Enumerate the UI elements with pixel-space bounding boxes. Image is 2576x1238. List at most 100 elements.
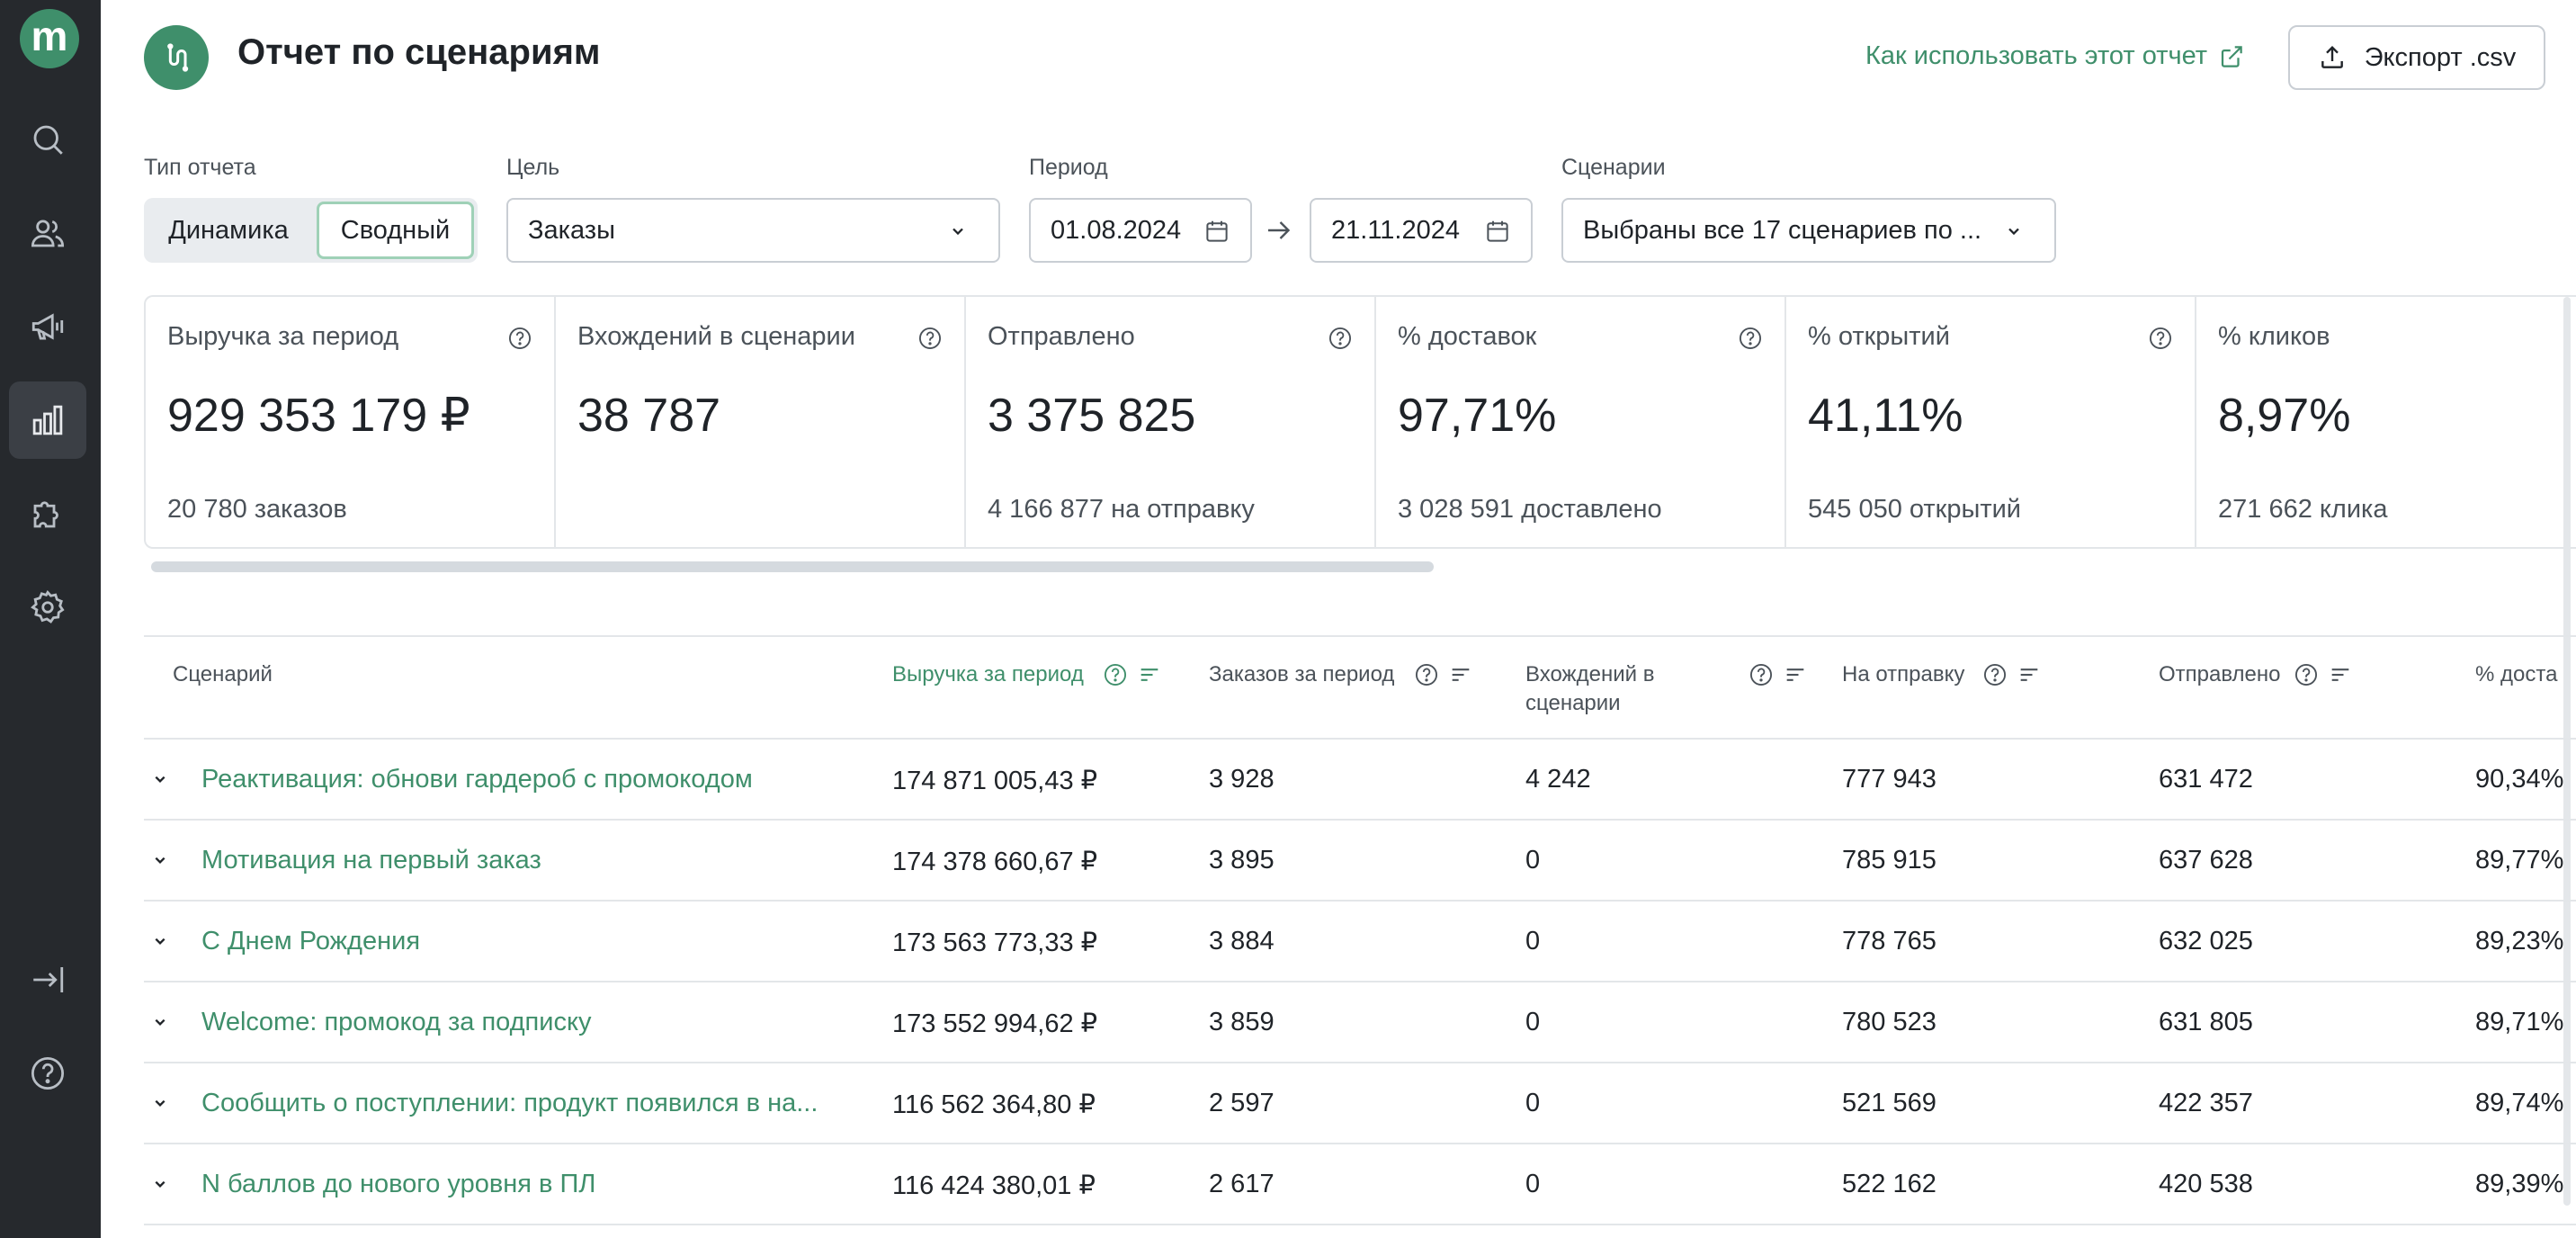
date-to-input[interactable]: 21.11.2024 [1310, 198, 1533, 263]
sidebar-item-campaigns[interactable] [9, 288, 86, 365]
puzzle-icon [33, 501, 58, 528]
cell-revenue: 173 552 994,62 ₽ [892, 1009, 1098, 1038]
column-tools [1982, 662, 2042, 687]
metric-title: % кликов [2218, 322, 2330, 351]
scenario-name-link[interactable]: Мотивация на первый заказ [201, 846, 541, 875]
column-tools [1414, 662, 1473, 687]
sidebar-item-analytics[interactable] [9, 381, 86, 459]
column-header-sent[interactable]: Отправлено [2159, 660, 2281, 689]
sort-icon[interactable] [1137, 662, 1162, 687]
report-type-dynamics[interactable]: Динамика [148, 202, 309, 259]
metric-value: 8,97% [2218, 390, 2351, 442]
goal-select[interactable]: Заказы [506, 198, 1000, 263]
sidebar-item-logout[interactable] [9, 941, 86, 1018]
scenario-name-link[interactable]: Сообщить о поступлении: продукт появился… [201, 1089, 818, 1118]
column-tools [2294, 662, 2353, 687]
help-link[interactable]: Как использовать этот отчет [1865, 41, 2245, 71]
metric-card: % доставок 97,71% 3 028 591 доставлено [1376, 297, 1786, 547]
sidebar-item-integrations[interactable] [9, 475, 86, 552]
chevron-down-icon[interactable] [148, 1171, 173, 1197]
metric-card: Выручка за период 929 353 179 ₽ 20 780 з… [146, 297, 556, 547]
horizontal-scrollbar[interactable] [151, 561, 1434, 572]
cell-delivery: 89,23% [2475, 927, 2564, 955]
question-icon[interactable] [1414, 662, 1439, 687]
table-row[interactable]: Сообщить о поступлении: продукт появился… [144, 1063, 2576, 1144]
column-header-scenario[interactable]: Сценарий [173, 660, 273, 689]
question-icon[interactable] [507, 326, 532, 351]
table-row[interactable]: Реактивация: обнови гардероб с промокодо… [144, 740, 2576, 821]
cell-entries: 0 [1525, 1089, 1541, 1117]
sidebar-item-search[interactable] [9, 101, 86, 178]
cell-entries: 0 [1525, 1008, 1541, 1036]
table-row[interactable]: Мотивация на первый заказ 174 378 660,67… [144, 821, 2576, 902]
column-header-orders[interactable]: Заказов за период [1209, 660, 1394, 689]
cell-sent: 631 805 [2159, 1008, 2253, 1036]
cell-entries: 0 [1525, 846, 1541, 875]
sidebar-item-help[interactable] [9, 1035, 86, 1112]
metric-title: Отправлено [988, 322, 1135, 351]
metric-subtext: 545 050 открытий [1808, 495, 2021, 524]
question-icon[interactable] [2294, 662, 2319, 687]
date-from-value: 01.08.2024 [1051, 215, 1182, 245]
question-icon[interactable] [1982, 662, 2008, 687]
sort-icon[interactable] [1448, 662, 1473, 687]
scenario-name-link[interactable]: Реактивация: обнови гардероб с промокодо… [201, 765, 753, 794]
cell-entries: 0 [1525, 927, 1541, 955]
export-csv-button[interactable]: Экспорт .csv [2288, 25, 2545, 90]
help-link-label: Как использовать этот отчет [1865, 41, 2208, 70]
question-icon[interactable] [2148, 326, 2173, 351]
gear-icon [31, 589, 65, 623]
report-icon [144, 25, 209, 90]
chevron-down-icon[interactable] [148, 928, 173, 954]
sort-icon[interactable] [2017, 662, 2042, 687]
logout-icon [33, 967, 64, 992]
cell-delivery: 89,39% [2475, 1170, 2564, 1198]
column-header-revenue[interactable]: Выручка за период [892, 660, 1084, 689]
scenarios-select[interactable]: Выбраны все 17 сценариев по ... [1561, 198, 2056, 263]
report-type-summary[interactable]: Сводный [317, 202, 474, 259]
column-header-delivery[interactable]: % доста [2475, 660, 2557, 689]
metric-value: 97,71% [1398, 390, 1557, 442]
sidebar-item-settings[interactable] [9, 569, 86, 646]
sidebar-item-users[interactable] [9, 194, 86, 272]
question-icon[interactable] [1738, 326, 1763, 351]
table-row[interactable]: С Днем Рождения 173 563 773,33 ₽ 3 884 0… [144, 902, 2576, 982]
help-icon [31, 1056, 65, 1090]
metric-title: % открытий [1808, 322, 1950, 351]
column-tools [1749, 662, 1808, 687]
scenario-name-link[interactable]: С Днем Рождения [201, 927, 420, 956]
metric-value: 929 353 179 ₽ [167, 390, 470, 442]
table-row[interactable]: N баллов до нового уровня в ПЛ 116 424 3… [144, 1144, 2576, 1225]
cell-to-send: 521 569 [1842, 1089, 1936, 1117]
chevron-down-icon[interactable] [148, 1009, 173, 1035]
cell-revenue: 116 562 364,80 ₽ [892, 1090, 1096, 1119]
date-to-value: 21.11.2024 [1331, 215, 1460, 245]
chevron-down-icon [2008, 228, 2019, 236]
cell-to-send: 778 765 [1842, 927, 1936, 955]
scenarios-value: Выбраны все 17 сценариев по ... [1583, 215, 1982, 245]
column-header-entries[interactable]: Вхождений в сценарии [1525, 660, 1654, 718]
chevron-down-icon[interactable] [148, 848, 173, 873]
scenario-name-link[interactable]: N баллов до нового уровня в ПЛ [201, 1170, 595, 1199]
chevron-down-icon[interactable] [148, 767, 173, 792]
column-header-to-send[interactable]: На отправку [1842, 660, 1964, 689]
question-icon[interactable] [1749, 662, 1774, 687]
cell-delivery: 89,77% [2475, 846, 2564, 875]
table-row[interactable]: Welcome: промокод за подписку 173 552 99… [144, 982, 2576, 1063]
chevron-down-icon[interactable] [148, 1090, 173, 1116]
question-icon[interactable] [917, 326, 943, 351]
arrow-right-icon [1268, 221, 1291, 239]
scenario-name-link[interactable]: Welcome: промокод за подписку [201, 1008, 591, 1037]
question-icon[interactable] [1103, 662, 1128, 687]
sort-icon[interactable] [2328, 662, 2353, 687]
sort-icon[interactable] [1783, 662, 1808, 687]
sidebar: m [0, 0, 101, 1238]
logo-letter: m [31, 13, 68, 59]
cell-revenue: 174 378 660,67 ₽ [892, 848, 1098, 876]
date-from-input[interactable]: 01.08.2024 [1029, 198, 1252, 263]
logo[interactable]: m [20, 9, 79, 68]
question-icon[interactable] [1328, 326, 1353, 351]
cell-orders: 3 895 [1209, 846, 1275, 875]
cell-orders: 2 617 [1209, 1170, 1275, 1198]
export-label: Экспорт .csv [2364, 42, 2517, 72]
